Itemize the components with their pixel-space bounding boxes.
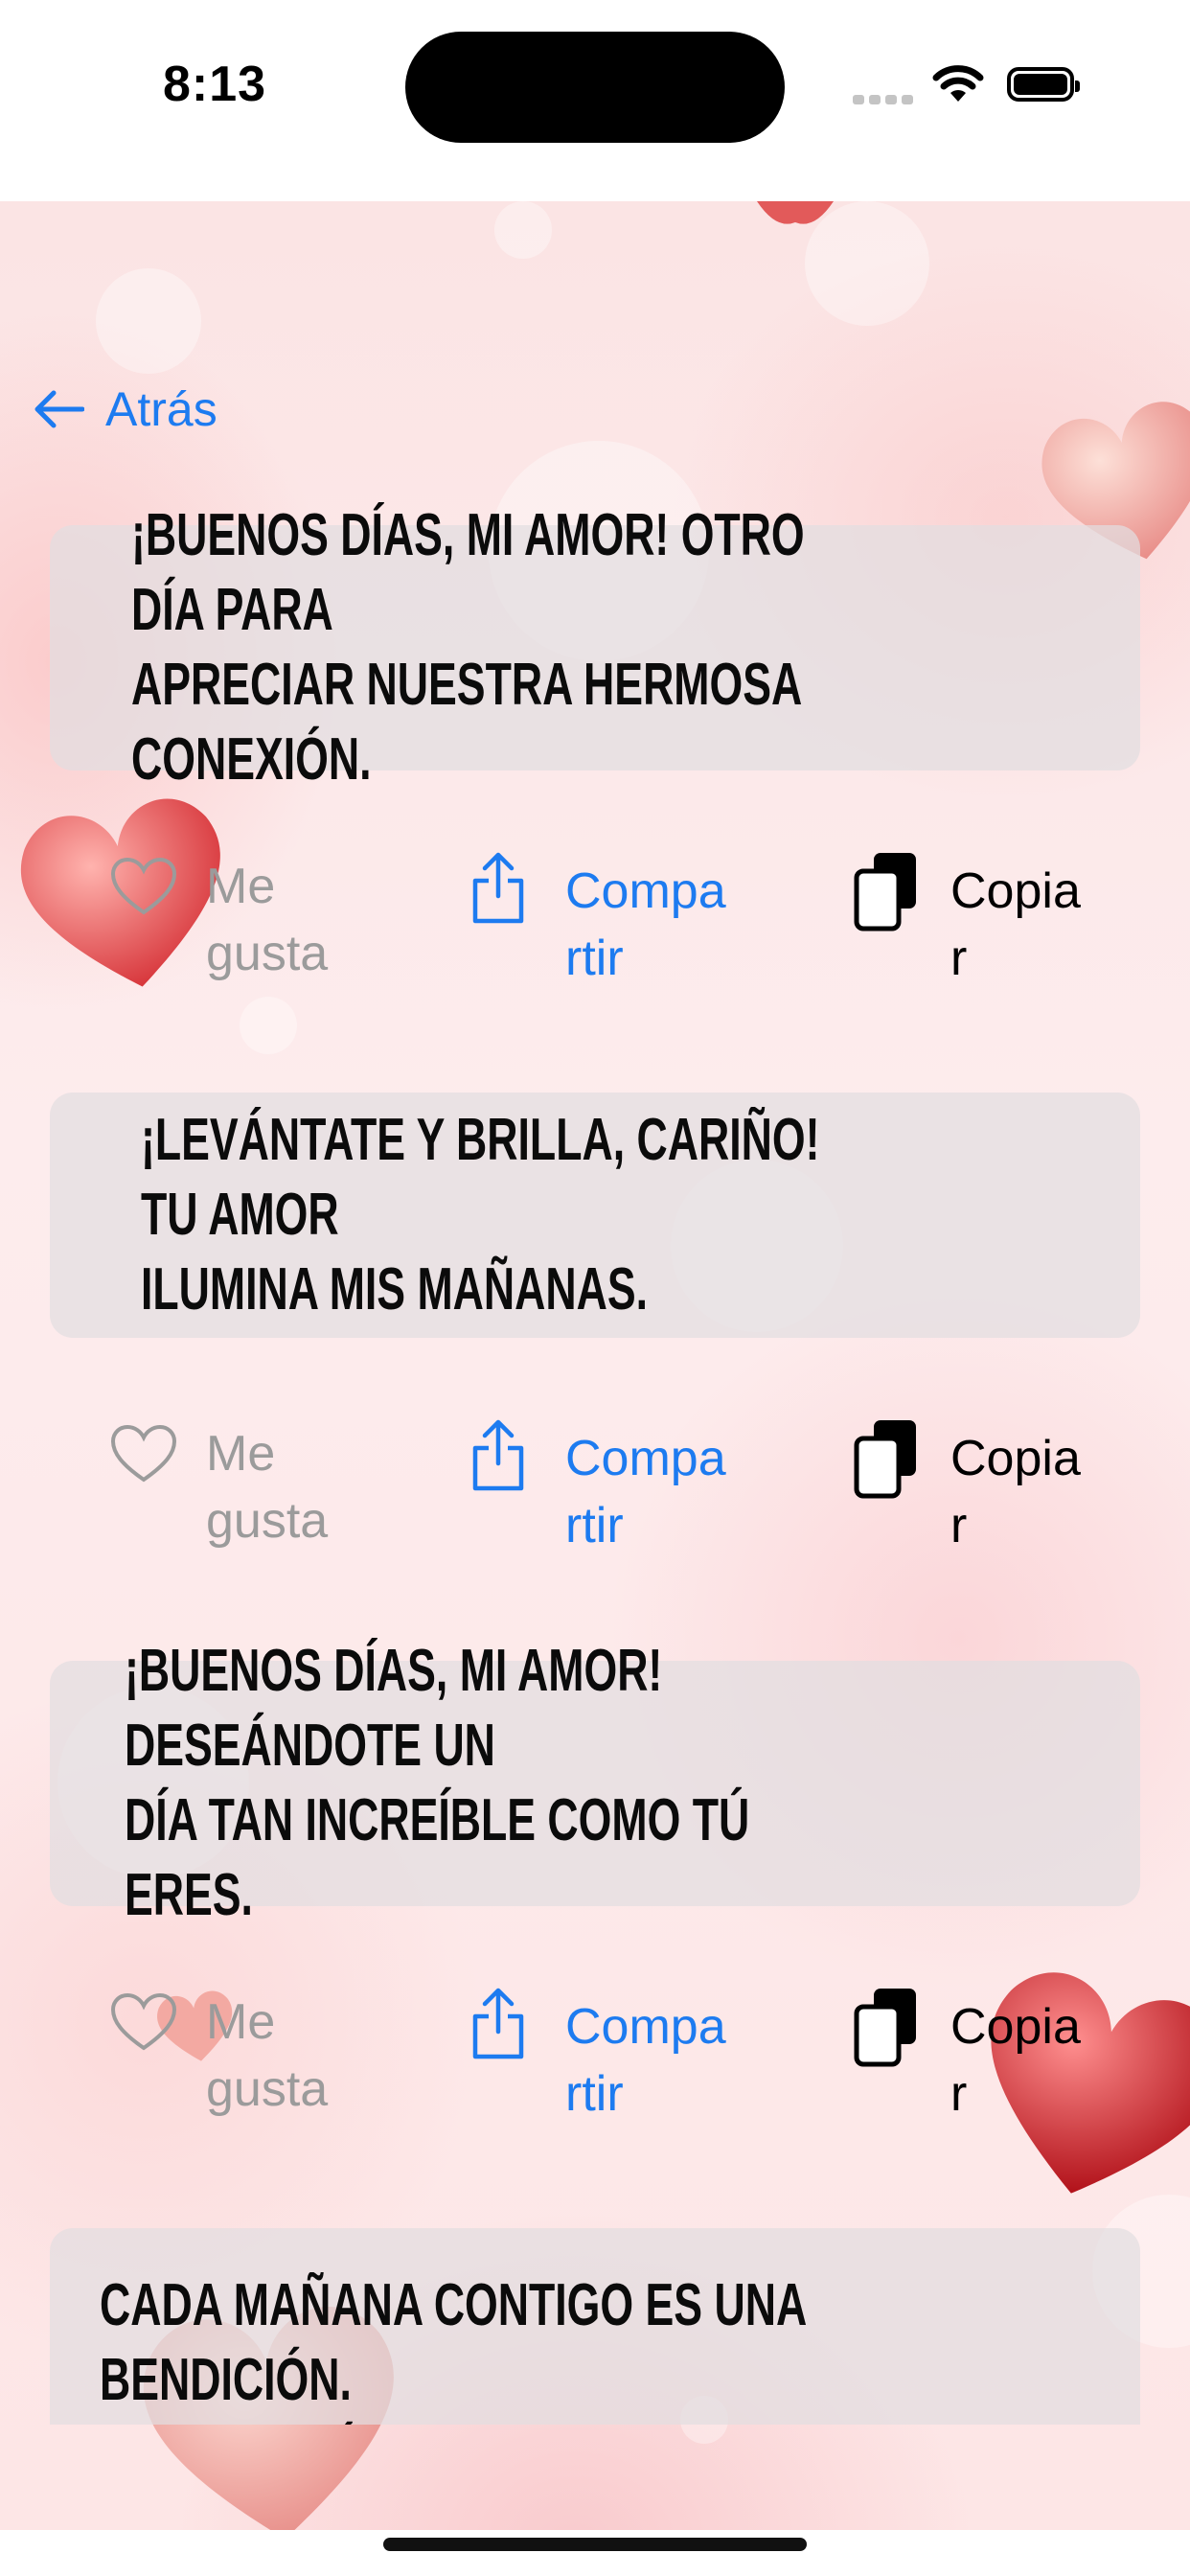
copy-label: Copia r <box>950 863 1081 986</box>
arrow-left-icon <box>34 390 84 428</box>
share-icon <box>472 852 524 924</box>
copy-icon <box>854 1989 916 2067</box>
copy-icon <box>854 1420 916 1499</box>
quote-text: Cada mañana contigo es una bendición. ¡B… <box>100 2272 806 2425</box>
share-label: Compa rtir <box>565 863 726 986</box>
back-label: Atrás <box>105 382 217 436</box>
like-button[interactable]: Me gusta <box>110 1420 328 1554</box>
status-time: 8:13 <box>163 57 267 112</box>
heart-outline-icon <box>110 1992 177 2051</box>
quote-card: ¡Buenos días, mi amor! Deseándote un día… <box>50 1638 1140 1928</box>
like-button[interactable]: Me gusta <box>110 853 328 987</box>
copy-button[interactable]: Copia r <box>851 1420 1081 1559</box>
heart-outline-icon <box>110 1424 177 1483</box>
quote-card: Cada mañana contigo es una bendición. ¡B… <box>50 2228 1140 2425</box>
copy-button[interactable]: Copia r <box>851 853 1081 992</box>
share-icon <box>472 1419 524 1491</box>
heart-decoration-icon <box>757 201 834 224</box>
copy-label: Copia r <box>950 1999 1081 2122</box>
like-button[interactable]: Me gusta <box>110 1989 328 2123</box>
share-label: Compa rtir <box>565 1999 726 2122</box>
copy-label: Copia r <box>950 1431 1081 1553</box>
quote-text: ¡Buenos días, mi amor! Otro día para apr… <box>131 502 805 793</box>
share-label: Compa rtir <box>565 1431 726 1553</box>
copy-icon <box>854 853 916 932</box>
back-button[interactable]: Atrás <box>33 376 217 443</box>
quote-text: ¡Levántate y brilla, cariño! Tu amor ilu… <box>141 1107 820 1322</box>
home-indicator[interactable] <box>383 2538 807 2551</box>
share-icon <box>472 1988 524 2059</box>
heart-outline-icon <box>110 857 177 915</box>
status-bar: 8:13 <box>0 0 1190 201</box>
cellular-signal-icon <box>853 92 918 109</box>
share-button[interactable]: Compa rtir <box>468 852 726 992</box>
battery-icon <box>1007 67 1080 102</box>
quote-card: ¡Buenos días, mi amor! Otro día para apr… <box>50 502 1140 793</box>
share-button[interactable]: Compa rtir <box>468 1988 726 2128</box>
like-label: Me gusta <box>206 1426 329 1549</box>
dynamic-island <box>405 32 785 143</box>
quote-card: ¡Levántate y brilla, cariño! Tu amor ilu… <box>50 1092 1140 1338</box>
wifi-icon <box>932 65 984 102</box>
like-label: Me gusta <box>206 859 329 981</box>
quote-text: ¡Buenos días, mi amor! Deseándote un día… <box>125 1638 750 1928</box>
share-button[interactable]: Compa rtir <box>468 1419 726 1559</box>
copy-button[interactable]: Copia r <box>851 1989 1081 2128</box>
like-label: Me gusta <box>206 1994 329 2117</box>
